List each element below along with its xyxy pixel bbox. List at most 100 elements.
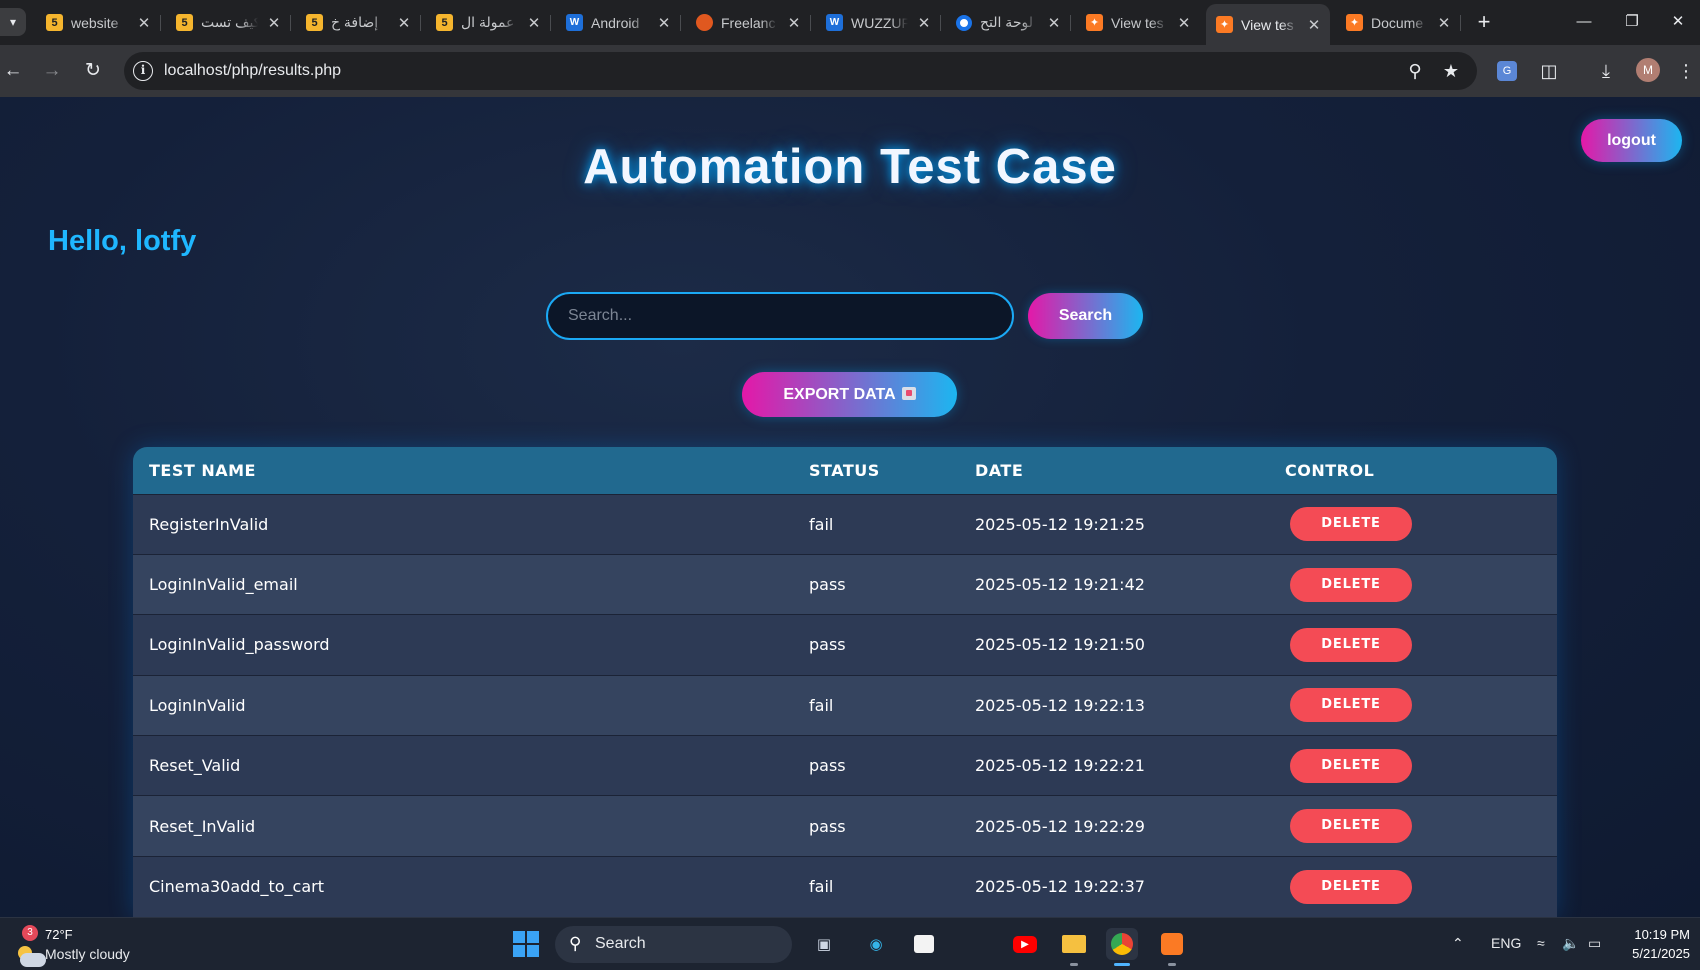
extensions-icon[interactable]: ◫: [1536, 58, 1562, 84]
page-viewport: logout Automation Test Case Hello, lotfy…: [0, 97, 1700, 917]
tab-title: View tes: [1111, 14, 1164, 31]
tray-chevron-icon[interactable]: ⌃: [1452, 935, 1464, 952]
address-bar[interactable]: i localhost/php/results.php ⚲ ★: [124, 52, 1477, 90]
weather-badge: 3: [22, 925, 38, 941]
w-icon: W: [566, 14, 583, 31]
search-button[interactable]: Search: [1028, 293, 1143, 339]
delete-button[interactable]: DELETE: [1290, 507, 1412, 542]
search-input[interactable]: [546, 292, 1014, 340]
close-tab-icon[interactable]: ✕: [916, 14, 932, 32]
forward-button[interactable]: →: [39, 58, 65, 84]
translate-icon[interactable]: G: [1497, 61, 1517, 81]
delete-button[interactable]: DELETE: [1290, 688, 1412, 723]
chrome-icon[interactable]: [1106, 928, 1138, 966]
browser-tab[interactable]: 5 عمولة ال ✕: [426, 6, 551, 39]
xampp-icon[interactable]: [1156, 928, 1188, 966]
close-tab-icon[interactable]: ✕: [1176, 14, 1192, 32]
browser-tab[interactable]: W Android ✕: [556, 6, 681, 39]
cell-date: 2025-05-12 19:21:25: [959, 493, 1269, 555]
browser-tab[interactable]: W WUZZUF ✕: [816, 6, 941, 39]
close-tab-icon[interactable]: ✕: [786, 14, 802, 32]
delete-button[interactable]: DELETE: [1290, 809, 1412, 844]
reload-button[interactable]: ↻: [80, 58, 106, 84]
five-icon: 5: [176, 14, 193, 31]
close-window-button[interactable]: ✕: [1655, 8, 1700, 36]
clock-date[interactable]: 5/21/2025: [1620, 946, 1690, 961]
delete-button[interactable]: DELETE: [1290, 869, 1412, 904]
cell-date: 2025-05-12 19:22:21: [959, 735, 1269, 796]
cell-test-name: Cinema30add_to_cart: [133, 855, 793, 917]
cell-date: 2025-05-12 19:22:13: [959, 674, 1269, 736]
export-icon: [901, 387, 916, 400]
battery-icon[interactable]: ▭: [1588, 935, 1601, 952]
close-tab-icon[interactable]: ✕: [1436, 14, 1452, 32]
zoom-icon[interactable]: ⚲: [1404, 60, 1426, 82]
cell-test-name: LoginInValid: [133, 674, 793, 736]
file-explorer-icon[interactable]: [1058, 928, 1090, 966]
tab-title: لوحة التح: [980, 14, 1033, 30]
cell-control: DELETE: [1269, 795, 1557, 857]
close-tab-icon[interactable]: ✕: [1306, 16, 1322, 34]
browser-tab[interactable]: ✦ View tes ✕: [1206, 4, 1330, 45]
browser-tab[interactable]: Freelanc ✕: [686, 6, 811, 39]
browser-tab[interactable]: ✦ Docume ✕: [1336, 6, 1461, 39]
tab-title: عمولة ال: [461, 14, 515, 30]
header-date: DATE: [975, 460, 1024, 480]
browser-tab[interactable]: لوحة التح ✕: [946, 6, 1071, 39]
bookmark-star-icon[interactable]: ★: [1440, 60, 1462, 82]
restore-button[interactable]: ❐: [1609, 8, 1655, 36]
browser-toolbar: ← → ↻ i localhost/php/results.php ⚲ ★ G …: [0, 45, 1700, 97]
close-tab-icon[interactable]: ✕: [396, 14, 412, 32]
cell-control: DELETE: [1269, 493, 1557, 555]
browser-tab[interactable]: 5 website ✕: [36, 6, 161, 39]
cell-status: pass: [793, 735, 959, 796]
task-view-icon[interactable]: ▣: [808, 928, 840, 960]
windows-start-icon[interactable]: [513, 931, 539, 957]
delete-button[interactable]: DELETE: [1290, 567, 1412, 602]
close-tab-icon[interactable]: ✕: [266, 14, 282, 32]
cell-status: fail: [793, 855, 959, 917]
browser-tab[interactable]: 5 كيف تست ✕: [166, 6, 291, 39]
edge-icon[interactable]: ◉: [860, 928, 892, 960]
cell-date: 2025-05-12 19:22:29: [959, 795, 1269, 857]
cell-test-name: LoginInValid_password: [133, 614, 793, 676]
windows-taskbar: 3 72°F Mostly cloudy ⚲ Search ▣ ◉ ▶ ⌃ EN…: [0, 917, 1700, 970]
url-text[interactable]: localhost/php/results.php: [164, 62, 341, 80]
clock-time[interactable]: 10:19 PM: [1630, 927, 1690, 942]
youtube-icon[interactable]: ▶: [1009, 928, 1041, 960]
table-row: RegisterInValid fail 2025-05-12 19:21:25 DE…: [133, 493, 1557, 555]
new-tab-button[interactable]: +: [1471, 10, 1497, 36]
back-button[interactable]: ←: [0, 58, 26, 84]
table-row: LoginInValid_email pass 2025-05-12 19:21:4…: [133, 553, 1557, 615]
tab-search-button[interactable]: ▾: [0, 8, 26, 36]
browser-tab[interactable]: 5 إضافة خ ✕: [296, 6, 421, 39]
circle-icon: [956, 14, 972, 31]
close-tab-icon[interactable]: ✕: [1046, 14, 1062, 32]
wifi-icon[interactable]: ≈: [1537, 935, 1545, 951]
export-data-button[interactable]: EXPORT DATA: [742, 372, 957, 417]
export-label: EXPORT DATA: [783, 386, 896, 403]
volume-icon[interactable]: 🔈: [1562, 935, 1579, 952]
tab-title: كيف تست: [201, 14, 258, 30]
delete-button[interactable]: DELETE: [1290, 627, 1412, 662]
taskbar-search[interactable]: ⚲ Search: [555, 926, 792, 963]
browser-tab[interactable]: ✦ View tes ✕: [1076, 6, 1200, 39]
profile-avatar[interactable]: M: [1636, 58, 1660, 82]
tab-title: website: [71, 14, 119, 31]
close-tab-icon[interactable]: ✕: [136, 14, 152, 32]
five-icon: 5: [46, 14, 63, 31]
site-info-icon[interactable]: i: [133, 61, 153, 81]
store-icon[interactable]: [908, 928, 940, 960]
download-icon[interactable]: ⤓: [1593, 58, 1619, 84]
header-test-name: TEST NAME: [149, 460, 256, 480]
close-tab-icon[interactable]: ✕: [526, 14, 542, 32]
language-indicator[interactable]: ENG: [1491, 935, 1521, 951]
close-tab-icon[interactable]: ✕: [656, 14, 672, 32]
w-icon: W: [826, 14, 843, 31]
minimize-button[interactable]: —: [1561, 8, 1607, 36]
weather-temp[interactable]: 72°F: [45, 927, 73, 942]
menu-kebab-icon[interactable]: ⋮: [1673, 58, 1699, 84]
delete-button[interactable]: DELETE: [1290, 748, 1412, 783]
cell-status: fail: [793, 493, 959, 555]
weather-desc[interactable]: Mostly cloudy: [45, 946, 130, 962]
